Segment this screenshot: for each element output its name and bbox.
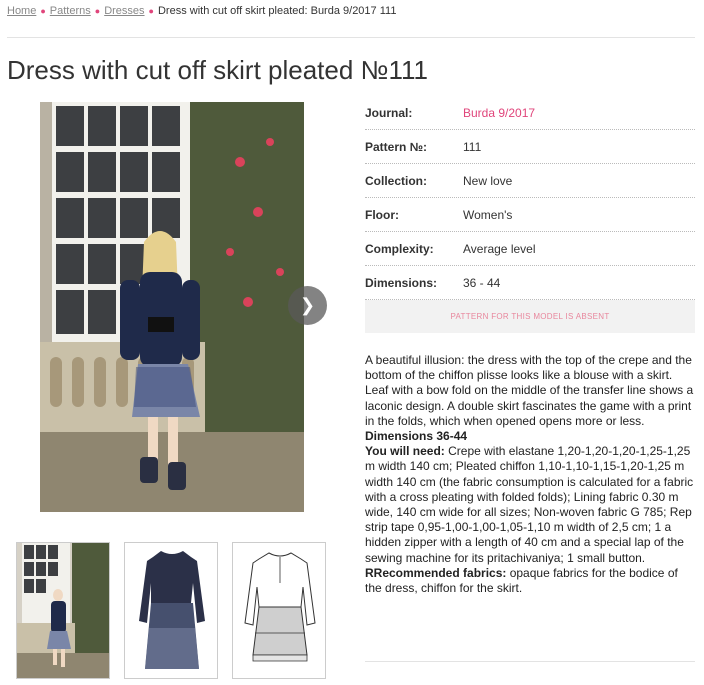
detail-row-collection: Collection: New love — [365, 164, 695, 198]
breadcrumb-separator: ● — [94, 6, 101, 16]
journal-link[interactable]: Burda 9/2017 — [463, 106, 535, 120]
breadcrumb-separator: ● — [40, 6, 46, 16]
description-intro: A beautiful illusion: the dress with the… — [365, 353, 694, 428]
detail-row-pattern-number: Pattern №: 111 — [365, 130, 695, 164]
next-image-button[interactable]: ❯ — [288, 286, 327, 325]
detail-row-floor: Floor: Women's — [365, 198, 695, 232]
detail-label: Complexity: — [365, 241, 434, 256]
detail-value: New love — [463, 173, 513, 188]
detail-value: 36 - 44 — [463, 275, 501, 290]
breadcrumb-separator: ● — [148, 6, 154, 16]
breadcrumb-dresses-link[interactable]: Dresses — [104, 5, 144, 17]
bottom-divider — [365, 661, 695, 662]
description-dimensions: Dimensions 36-44 — [365, 429, 468, 444]
thumbnail-dress[interactable] — [124, 542, 218, 679]
materials-text: Crepe with elastane 1,20-1,20-1,20-1,25-… — [365, 444, 694, 565]
breadcrumb: Home ● Patterns ● Dresses ● Dress with cut off… — [7, 5, 396, 17]
detail-label: Floor: — [365, 207, 399, 222]
breadcrumb-home-link[interactable]: Home — [7, 5, 36, 17]
breadcrumb-patterns-link[interactable]: Patterns — [50, 5, 91, 17]
chevron-right-icon: ❯ — [299, 295, 316, 315]
detail-label: Pattern №: — [365, 139, 428, 154]
detail-label: Journal: — [365, 105, 413, 120]
page-title: Dress with cut off skirt pleated №111 — [7, 55, 428, 85]
thumbnail-sketch[interactable] — [232, 542, 326, 679]
main-photo — [40, 102, 304, 512]
detail-row-dimensions: Dimensions: 36 - 44 — [365, 266, 695, 300]
thumbnail-photo[interactable] — [16, 542, 110, 679]
detail-value: Women's — [463, 207, 513, 222]
pattern-description: A beautiful illusion: the dress with the… — [365, 353, 697, 596]
detail-row-complexity: Complexity: Average level — [365, 232, 695, 266]
pattern-details: Journal: Burda 9/2017 Pattern №: 111 Colle… — [365, 96, 695, 300]
pattern-absent-button[interactable]: PATTERN FOR THIS MODEL IS ABSENT — [365, 300, 695, 333]
detail-row-journal: Journal: Burda 9/2017 — [365, 96, 695, 130]
materials-label: You will need: — [365, 444, 445, 459]
detail-value: 111 — [463, 139, 482, 154]
detail-value: Average level — [463, 241, 536, 256]
detail-label: Dimensions: — [365, 275, 438, 290]
top-divider — [7, 37, 695, 38]
breadcrumb-current: Dress with cut off skirt pleated: Burda … — [157, 5, 397, 17]
fabrics-label: RRecommended fabrics: — [365, 565, 507, 580]
detail-label: Collection: — [365, 173, 427, 188]
